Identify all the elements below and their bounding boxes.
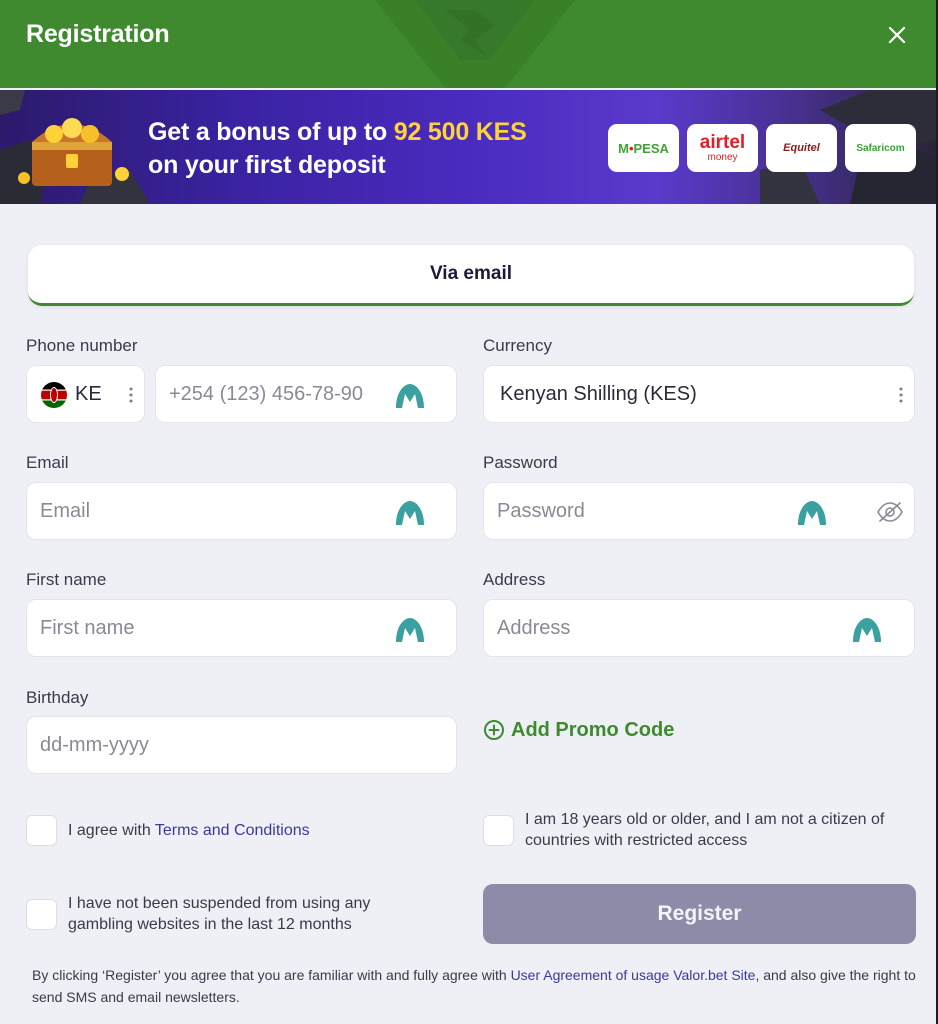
autofill-icon <box>396 618 424 642</box>
currency-label: Currency <box>483 336 552 355</box>
address-field[interactable] <box>483 599 915 657</box>
terms-checkbox[interactable] <box>26 815 57 846</box>
email-field[interactable] <box>26 482 457 540</box>
plus-circle-icon <box>484 720 504 740</box>
bonus-text-line2: on your first deposit <box>148 151 386 179</box>
add-promo-code-button[interactable]: Add Promo Code <box>483 716 674 744</box>
password-label: Password <box>483 453 558 472</box>
bonus-text: Get a bonus of up to 92 500 KES on your … <box>148 116 527 182</box>
first-name-field[interactable] <box>26 599 457 657</box>
registration-modal: Registration Get a bonus of up to 92 500… <box>0 0 936 1024</box>
country-code: KE <box>75 383 102 405</box>
brand-watermark-icon <box>375 0 575 88</box>
address-input[interactable] <box>484 600 914 656</box>
terms-text: I agree with Terms and Conditions <box>68 822 310 839</box>
modal-title: Registration <box>26 20 170 48</box>
address-label: Address <box>483 570 546 589</box>
first-name-label: First name <box>26 570 107 589</box>
airtel-money-logo: airtel money <box>687 124 758 172</box>
payment-logos: M•PESA airtel money Equitel Safaricom <box>608 124 916 172</box>
age-checkbox[interactable] <box>483 815 514 846</box>
phone-label: Phone number <box>26 336 138 355</box>
birthday-input[interactable] <box>27 717 456 773</box>
first-name-input[interactable] <box>27 600 456 656</box>
bonus-amount: 92 500 KES <box>393 118 527 146</box>
email-input[interactable] <box>27 483 456 539</box>
suspended-checkbox[interactable] <box>26 899 57 930</box>
safaricom-logo: Safaricom <box>845 124 916 172</box>
password-field[interactable] <box>483 482 915 540</box>
currency-select[interactable]: Kenyan Shilling (KES) <box>483 365 915 423</box>
kebab-menu-icon <box>129 387 133 403</box>
birthday-label: Birthday <box>26 688 89 707</box>
autofill-icon <box>396 384 424 408</box>
autofill-icon <box>798 501 826 525</box>
tab-via-email[interactable]: Via email <box>28 245 914 306</box>
terms-link[interactable]: Terms and Conditions <box>155 822 310 839</box>
autofill-icon <box>396 501 424 525</box>
kenya-flag-icon <box>41 382 67 408</box>
birthday-field[interactable] <box>26 716 457 774</box>
phone-field[interactable] <box>155 365 457 423</box>
kebab-menu-icon <box>899 387 903 403</box>
age-text: I am 18 years old or older, and I am not… <box>525 811 885 849</box>
eye-off-icon[interactable] <box>876 500 904 524</box>
modal-header: Registration <box>0 0 936 88</box>
footer-disclaimer: By clicking ‘Register’ you agree that yo… <box>32 967 916 1005</box>
password-input[interactable] <box>484 483 914 539</box>
mpesa-logo: M•PESA <box>608 124 679 172</box>
equitel-logo: Equitel <box>766 124 837 172</box>
user-agreement-link[interactable]: User Agreement of usage Valor.bet Site <box>511 967 756 983</box>
autofill-icon <box>853 618 881 642</box>
suspended-text: I have not been suspended from using any… <box>68 895 371 933</box>
register-button[interactable]: Register <box>483 884 916 944</box>
email-label: Email <box>26 453 69 472</box>
close-icon[interactable] <box>880 18 914 52</box>
treasure-chest-icon <box>18 118 129 186</box>
bonus-text-prefix: Get a bonus of up to <box>148 118 394 146</box>
country-selector[interactable]: KE <box>26 365 145 423</box>
bonus-banner: Get a bonus of up to 92 500 KES on your … <box>0 90 936 204</box>
currency-value: Kenyan Shilling (KES) <box>500 383 697 405</box>
promo-label: Add Promo Code <box>511 718 675 741</box>
